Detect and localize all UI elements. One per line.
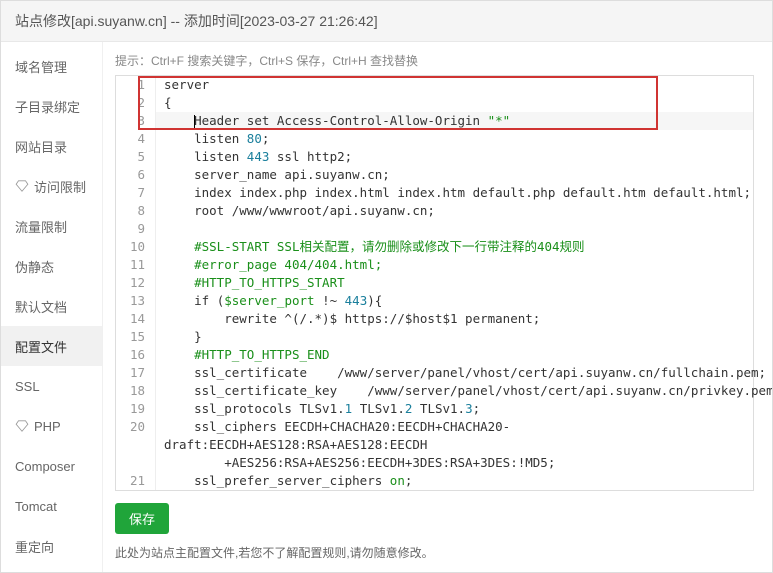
- code-line[interactable]: 15 }: [116, 328, 753, 346]
- code-content[interactable]: #HTTP_TO_HTTPS_END: [156, 346, 753, 364]
- sidebar-item-label: 网站目录: [15, 137, 67, 156]
- code-content[interactable]: rewrite ^(/.*)$ https://$host$1 permanen…: [156, 310, 753, 328]
- code-content[interactable]: ssl_certificate /www/server/panel/vhost/…: [156, 364, 766, 382]
- line-number: 15: [116, 328, 156, 346]
- code-line[interactable]: 3 Header set Access-Control-Allow-Origin…: [116, 112, 753, 130]
- sidebar-item-8[interactable]: SSL: [1, 366, 102, 406]
- code-line[interactable]: 12 #HTTP_TO_HTTPS_START: [116, 274, 753, 292]
- line-number: 2: [116, 94, 156, 112]
- line-number: 16: [116, 346, 156, 364]
- sidebar-item-0[interactable]: 域名管理: [1, 46, 102, 86]
- sidebar-item-2[interactable]: 网站目录: [1, 126, 102, 166]
- code-content[interactable]: index index.php index.html index.htm def…: [156, 184, 753, 202]
- sidebar-item-4[interactable]: 流量限制: [1, 206, 102, 246]
- sidebar-item-6[interactable]: 默认文档: [1, 286, 102, 326]
- save-button[interactable]: 保存: [115, 503, 169, 534]
- code-content[interactable]: ssl_ciphers EECDH+CHACHA20:EECDH+CHACHA2…: [156, 418, 753, 472]
- dialog-title: 站点修改[api.suyanw.cn] -- 添加时间[2023-03-27 2…: [1, 1, 772, 42]
- code-line[interactable]: 2{: [116, 94, 753, 112]
- sidebar-item-7[interactable]: 配置文件: [1, 326, 102, 366]
- code-line[interactable]: 11 #error_page 404/404.html;: [116, 256, 753, 274]
- code-content[interactable]: Header set Access-Control-Allow-Origin "…: [156, 112, 753, 130]
- line-number: 9: [116, 220, 156, 238]
- main-content: 提示：Ctrl+F 搜索关键字，Ctrl+S 保存，Ctrl+H 查找替换 1s…: [103, 42, 772, 572]
- sidebar-item-label: 默认文档: [15, 297, 67, 316]
- code-content[interactable]: #error_page 404/404.html;: [156, 256, 753, 274]
- code-line[interactable]: 8 root /www/wwwroot/api.suyanw.cn;: [116, 202, 753, 220]
- line-number: 12: [116, 274, 156, 292]
- code-content[interactable]: if ($server_port !~ 443){: [156, 292, 753, 310]
- sidebar-item-9[interactable]: PHP: [1, 406, 102, 446]
- diamond-icon: [15, 419, 29, 433]
- code-line[interactable]: 10 #SSL-START SSL相关配置，请勿删除或修改下一行带注释的404规…: [116, 238, 753, 256]
- sidebar-item-label: Tomcat: [15, 499, 57, 514]
- code-content[interactable]: #SSL-START SSL相关配置，请勿删除或修改下一行带注释的404规则: [156, 238, 753, 256]
- code-editor[interactable]: 1server2{3 Header set Access-Control-All…: [115, 75, 754, 491]
- line-number: 6: [116, 166, 156, 184]
- sidebar-item-label: Composer: [15, 459, 75, 474]
- line-number: 20: [116, 418, 156, 472]
- code-content[interactable]: #HTTP_TO_HTTPS_START: [156, 274, 753, 292]
- code-line[interactable]: 16 #HTTP_TO_HTTPS_END: [116, 346, 753, 364]
- code-line[interactable]: 19 ssl_protocols TLSv1.1 TLSv1.2 TLSv1.3…: [116, 400, 753, 418]
- code-line[interactable]: 20 ssl_ciphers EECDH+CHACHA20:EECDH+CHAC…: [116, 418, 753, 472]
- code-line[interactable]: 5 listen 443 ssl http2;: [116, 148, 753, 166]
- code-content[interactable]: }: [156, 328, 753, 346]
- code-content[interactable]: {: [156, 94, 753, 112]
- footer-hint: 此处为站点主配置文件,若您不了解配置规则,请勿随意修改。: [115, 544, 754, 561]
- editor-hint: 提示：Ctrl+F 搜索关键字，Ctrl+S 保存，Ctrl+H 查找替换: [115, 52, 754, 69]
- sidebar-item-label: 重定向: [15, 537, 54, 556]
- sidebar-item-1[interactable]: 子目录绑定: [1, 86, 102, 126]
- sidebar-item-label: PHP: [34, 419, 61, 434]
- line-number: 21: [116, 472, 156, 490]
- line-number: 10: [116, 238, 156, 256]
- sidebar-item-12[interactable]: 重定向: [1, 526, 102, 566]
- code-line[interactable]: 6 server_name api.suyanw.cn;: [116, 166, 753, 184]
- code-line[interactable]: 9: [116, 220, 753, 238]
- code-content[interactable]: server: [156, 76, 753, 94]
- sidebar: 域名管理子目录绑定网站目录访问限制流量限制伪静态默认文档配置文件 SSL PHP Co…: [1, 42, 103, 572]
- code-line[interactable]: 14 rewrite ^(/.*)$ https://$host$1 perma…: [116, 310, 753, 328]
- sidebar-item-11[interactable]: Tomcat: [1, 486, 102, 526]
- code-content[interactable]: root /www/wwwroot/api.suyanw.cn;: [156, 202, 753, 220]
- line-number: 14: [116, 310, 156, 328]
- line-number: 17: [116, 364, 156, 382]
- code-content[interactable]: ssl_protocols TLSv1.1 TLSv1.2 TLSv1.3;: [156, 400, 753, 418]
- line-number: 19: [116, 400, 156, 418]
- code-line[interactable]: 17 ssl_certificate /www/server/panel/vho…: [116, 364, 753, 382]
- code-lines: 1server2{3 Header set Access-Control-All…: [116, 76, 753, 490]
- sidebar-item-label: 流量限制: [15, 217, 67, 236]
- code-content[interactable]: ssl_prefer_server_ciphers on;: [156, 472, 753, 490]
- code-line[interactable]: 21 ssl_prefer_server_ciphers on;: [116, 472, 753, 490]
- code-content[interactable]: [156, 220, 753, 238]
- code-line[interactable]: 4 listen 80;: [116, 130, 753, 148]
- sidebar-item-label: 域名管理: [15, 57, 67, 76]
- sidebar-item-label: 配置文件: [15, 337, 67, 356]
- line-number: 5: [116, 148, 156, 166]
- line-number: 13: [116, 292, 156, 310]
- line-number: 11: [116, 256, 156, 274]
- line-number: 3: [116, 112, 156, 130]
- sidebar-item-5[interactable]: 伪静态: [1, 246, 102, 286]
- line-number: 8: [116, 202, 156, 220]
- line-number: 18: [116, 382, 156, 400]
- sidebar-item-10[interactable]: Composer: [1, 446, 102, 486]
- code-content[interactable]: server_name api.suyanw.cn;: [156, 166, 753, 184]
- code-line[interactable]: 13 if ($server_port !~ 443){: [116, 292, 753, 310]
- code-content[interactable]: listen 80;: [156, 130, 753, 148]
- sidebar-item-3[interactable]: 访问限制: [1, 166, 102, 206]
- line-number: 1: [116, 76, 156, 94]
- line-number: 7: [116, 184, 156, 202]
- code-line[interactable]: 7 index index.php index.html index.htm d…: [116, 184, 753, 202]
- sidebar-item-label: 子目录绑定: [15, 97, 80, 116]
- sidebar-item-label: 访问限制: [34, 177, 86, 196]
- sidebar-item-label: 伪静态: [15, 257, 54, 276]
- code-line[interactable]: 18 ssl_certificate_key /www/server/panel…: [116, 382, 753, 400]
- code-line[interactable]: 1server: [116, 76, 753, 94]
- code-content[interactable]: ssl_certificate_key /www/server/panel/vh…: [156, 382, 772, 400]
- diamond-icon: [15, 179, 29, 193]
- sidebar-item-label: SSL: [15, 379, 40, 394]
- line-number: 4: [116, 130, 156, 148]
- code-content[interactable]: listen 443 ssl http2;: [156, 148, 753, 166]
